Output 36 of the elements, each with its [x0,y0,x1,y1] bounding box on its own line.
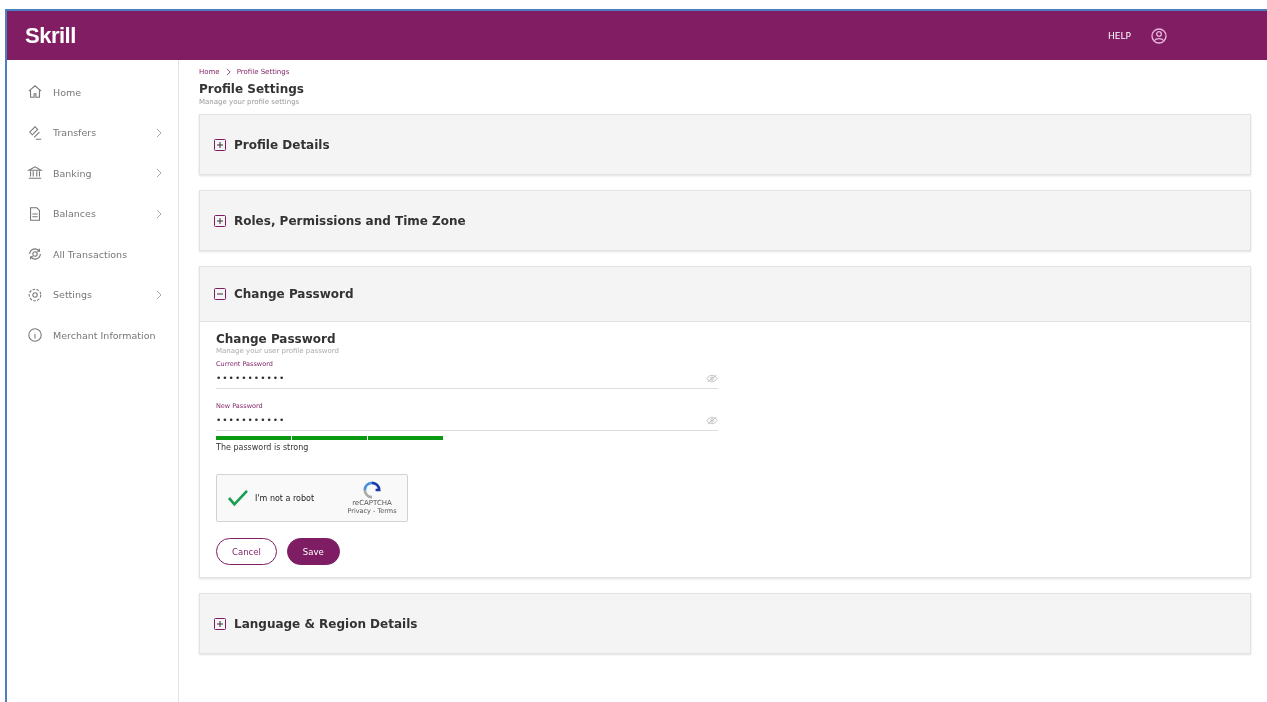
transfer-icon [27,124,43,141]
sidebar-item[interactable]: Balances [53,208,156,220]
settings-icon [27,286,43,303]
document-icon [27,205,43,222]
sidebar-item[interactable]: Settings [53,289,156,301]
captcha-label: I'm not a robot [255,493,316,503]
sidebar-item[interactable]: All Transactions [53,248,178,260]
page-title: Profile Settings [199,82,305,96]
cancel-button[interactable]: Cancel [216,538,277,565]
expand-icon[interactable] [214,138,226,151]
password-value: ••••••••••• [216,415,287,425]
panel-title[interactable]: Language & Region Details [234,616,418,631]
sidebar-item[interactable]: Banking [53,167,156,179]
panel-title[interactable]: Profile Details [234,137,330,152]
password-value: ••••••••••• [216,373,287,383]
dollar-cycle-icon [27,246,43,263]
sidebar-item[interactable]: Transfers [53,127,156,139]
panel-title[interactable]: Change Password [234,287,354,301]
help-link[interactable]: HELP [1108,30,1131,41]
user-icon[interactable] [1151,27,1167,44]
expand-icon[interactable] [214,617,226,630]
panel-title[interactable]: Roles, Permissions and Time Zone [234,213,466,228]
logo[interactable]: Skrill [25,22,76,49]
checkmark-icon[interactable] [227,489,249,507]
form-title: Change Password [216,332,337,346]
chevron-right-icon [225,68,231,76]
info-icon [27,327,43,344]
expand-icon[interactable] [214,214,226,227]
strength-text: The password is strong [216,443,310,452]
collapse-icon[interactable] [214,288,226,300]
recaptcha-icon [363,481,381,499]
bank-icon [27,165,43,182]
home-icon [27,84,43,101]
save-button[interactable]: Save [286,538,340,565]
sidebar-item[interactable]: Merchant Information [53,329,178,341]
sidebar-item[interactable]: Home [53,86,178,98]
